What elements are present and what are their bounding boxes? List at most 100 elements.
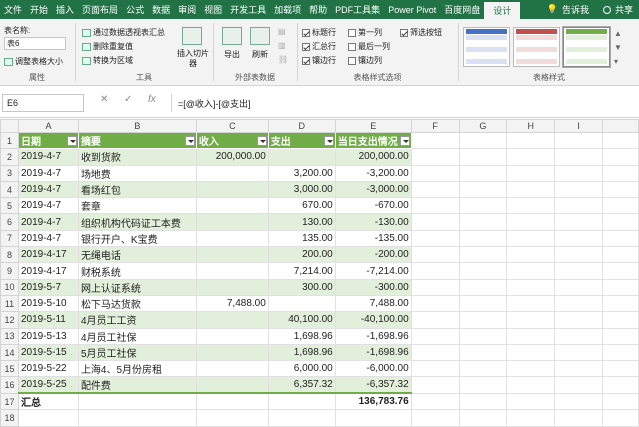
row-header[interactable]: 8 xyxy=(0,246,19,264)
date-cell[interactable]: 2019-4-7 xyxy=(18,197,79,215)
empty-cell[interactable] xyxy=(602,165,639,182)
empty-cell[interactable] xyxy=(554,295,604,313)
remove-duplicates-button[interactable]: 删除重复值 xyxy=(82,41,133,52)
empty-cell[interactable] xyxy=(554,279,604,296)
income-cell[interactable] xyxy=(196,246,269,264)
table-header-cell[interactable]: 摘要 xyxy=(78,132,197,150)
empty-cell[interactable] xyxy=(602,213,639,231)
empty-cell[interactable] xyxy=(554,393,604,411)
summary-cell[interactable]: 网上认证系统 xyxy=(78,279,197,296)
date-cell[interactable]: 2019-5-10 xyxy=(18,295,79,313)
empty-cell[interactable] xyxy=(506,376,556,394)
date-cell[interactable]: 2019-5-11 xyxy=(18,311,79,329)
refresh-button[interactable]: 刷新 xyxy=(252,49,268,60)
filter-dropdown-icon[interactable] xyxy=(399,136,410,146)
empty-cell[interactable] xyxy=(506,295,556,313)
summary-cell[interactable]: 上海4、5月份房租 xyxy=(78,360,197,378)
empty-cell[interactable] xyxy=(459,132,508,150)
column-header-d[interactable]: D xyxy=(267,119,336,133)
date-cell[interactable]: 2019-4-7 xyxy=(18,165,79,182)
row-header[interactable]: 10 xyxy=(0,278,19,296)
summary-cell[interactable]: 4月员工工资 xyxy=(78,311,197,329)
tell-me-search[interactable]: 告诉我 xyxy=(562,3,589,16)
column-header-f[interactable]: F xyxy=(410,119,460,133)
date-cell[interactable]: 2019-4-17 xyxy=(18,246,79,264)
empty-cell[interactable] xyxy=(602,279,639,296)
empty-cell[interactable] xyxy=(411,393,460,411)
expense-cell[interactable]: 130.00 xyxy=(268,213,336,231)
empty-cell[interactable] xyxy=(459,213,508,231)
daily-balance-cell[interactable]: -40,100.00 xyxy=(335,311,412,329)
empty-cell[interactable] xyxy=(602,246,639,264)
column-header-c[interactable]: C xyxy=(195,119,269,133)
expense-cell[interactable] xyxy=(268,148,336,166)
enter-icon[interactable]: ✓ xyxy=(124,94,132,105)
income-cell[interactable] xyxy=(196,165,269,182)
filter-dropdown-icon[interactable] xyxy=(323,136,334,146)
row-header[interactable]: 17 xyxy=(0,392,19,411)
empty-cell[interactable] xyxy=(554,230,604,248)
empty-cell[interactable] xyxy=(506,165,556,182)
income-cell[interactable]: 7,488.00 xyxy=(196,295,269,313)
empty-cell[interactable] xyxy=(506,328,556,345)
empty-cell[interactable] xyxy=(78,392,197,411)
summary-cell[interactable]: 组织机构代码证工本费 xyxy=(78,213,197,231)
daily-balance-cell[interactable]: -135.00 xyxy=(335,230,412,248)
worksheet-grid[interactable]: A B C D E F G H I 1 日期 摘要 收入 支出 当日支出情况 2… xyxy=(0,119,639,427)
gallery-more-icon[interactable]: ▾ xyxy=(614,57,618,66)
header-row-checkbox[interactable]: 标题行 xyxy=(302,27,336,38)
empty-cell[interactable] xyxy=(506,197,556,215)
empty-cell[interactable] xyxy=(411,295,460,313)
total-label-cell[interactable]: 汇总 xyxy=(18,392,79,411)
share-button[interactable]: 共享 xyxy=(615,3,633,16)
select-all-corner[interactable] xyxy=(0,119,19,133)
expense-cell[interactable]: 200.00 xyxy=(268,246,336,264)
summary-cell[interactable]: 5月员工社保 xyxy=(78,344,197,362)
income-cell[interactable] xyxy=(196,230,269,248)
row-header[interactable]: 9 xyxy=(0,262,19,280)
expense-cell[interactable]: 670.00 xyxy=(268,197,336,215)
column-header-b[interactable]: B xyxy=(77,119,197,133)
insert-function-icon[interactable]: fx xyxy=(148,94,156,105)
empty-cell[interactable] xyxy=(554,344,604,362)
table-style-swatch-red[interactable] xyxy=(513,27,560,67)
daily-balance-cell[interactable]: -1,698.96 xyxy=(335,344,412,362)
empty-cell[interactable] xyxy=(602,376,639,394)
date-cell[interactable]: 2019-4-17 xyxy=(18,262,79,280)
empty-cell[interactable] xyxy=(459,230,508,248)
empty-cell[interactable] xyxy=(602,409,639,427)
daily-balance-cell[interactable]: 7,488.00 xyxy=(335,295,412,313)
column-header-a[interactable]: A xyxy=(17,119,79,133)
summary-cell[interactable]: 4月员工社保 xyxy=(78,328,197,345)
empty-cell[interactable] xyxy=(459,148,508,166)
empty-cell[interactable] xyxy=(78,409,197,427)
empty-cell[interactable] xyxy=(554,311,604,329)
empty-cell[interactable] xyxy=(18,409,79,427)
row-header[interactable]: 7 xyxy=(0,229,19,248)
empty-cell[interactable] xyxy=(268,392,336,411)
empty-cell[interactable] xyxy=(411,328,460,345)
row-header[interactable]: 3 xyxy=(0,164,19,182)
first-column-checkbox[interactable]: 第一列 xyxy=(348,27,382,38)
empty-cell[interactable] xyxy=(459,165,508,182)
empty-cell[interactable] xyxy=(602,197,639,215)
row-header[interactable]: 1 xyxy=(0,131,19,150)
income-cell[interactable] xyxy=(196,197,269,215)
table-header-cell[interactable]: 支出 xyxy=(268,132,336,150)
row-header[interactable]: 2 xyxy=(0,148,19,166)
row-header[interactable]: 14 xyxy=(0,343,19,362)
filter-dropdown-icon[interactable] xyxy=(184,136,195,146)
empty-cell[interactable] xyxy=(554,165,604,182)
empty-cell[interactable] xyxy=(459,328,508,345)
empty-cell[interactable] xyxy=(459,344,508,362)
daily-balance-cell[interactable]: -6,000.00 xyxy=(335,360,412,378)
summary-cell[interactable]: 看场红包 xyxy=(78,181,197,199)
column-header-i[interactable]: I xyxy=(554,119,604,133)
column-header-g[interactable]: G xyxy=(458,119,508,133)
table-style-swatch-green[interactable] xyxy=(562,26,611,68)
summary-cell[interactable]: 配件费 xyxy=(78,376,197,394)
table-style-swatch-blue[interactable] xyxy=(463,27,510,67)
empty-cell[interactable] xyxy=(554,328,604,345)
income-cell[interactable] xyxy=(196,279,269,296)
empty-cell[interactable] xyxy=(196,392,269,411)
